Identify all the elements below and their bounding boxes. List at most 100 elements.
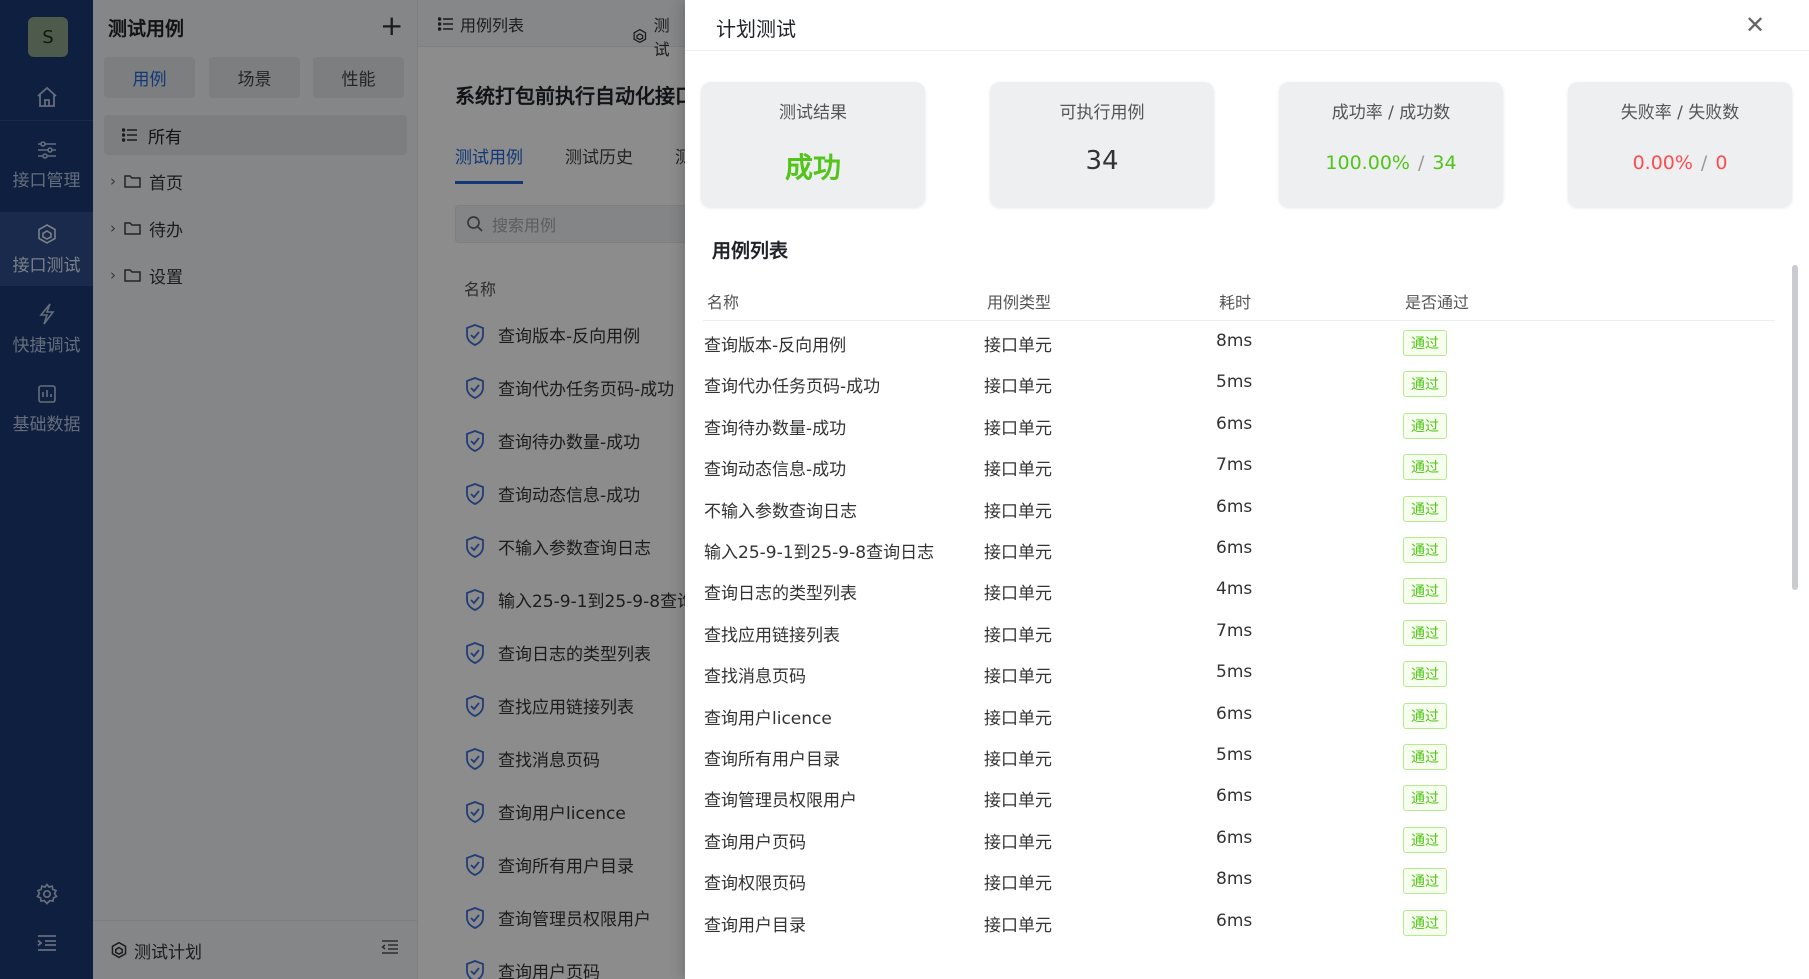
- column-header: 名称: [707, 293, 740, 312]
- cell-name: 查询所有用户目录: [704, 750, 840, 770]
- card-title: 失败率 / 失败数: [1620, 103, 1740, 123]
- cell-name: 查询动态信息-成功: [704, 460, 847, 481]
- cell-type: 接口单元: [984, 336, 1052, 356]
- status-badge: 通过: [1403, 744, 1447, 770]
- cell-name: 查询用户目录: [704, 915, 806, 936]
- cell-type: 接口单元: [984, 584, 1052, 605]
- status-badge: 通过: [1403, 578, 1447, 605]
- failure-rate: 0.00%: [1632, 152, 1693, 174]
- cell-type: 接口单元: [984, 501, 1052, 522]
- card-title: 成功率 / 成功数: [1331, 103, 1451, 123]
- cell-time: 6ms: [1216, 413, 1253, 434]
- result-value: 成功: [784, 151, 841, 184]
- status-badge: 通过: [1403, 868, 1447, 895]
- result-table-body[interactable]: 查询版本-反向用例 接口单元 8ms 通过 查询代办任务页码-成功 接口单元 5ms 通过 查询…: [703, 322, 1775, 960]
- card-title: 可执行用例: [1059, 103, 1145, 123]
- table-row[interactable]: 查询日志的类型列表 接口单元 4ms 通过: [703, 570, 1775, 612]
- table-row[interactable]: 查询用户licence 接口单元 6ms 通过: [703, 695, 1775, 737]
- cell-type: 接口单元: [984, 874, 1052, 895]
- cell-name: 查询用户licence: [704, 708, 832, 729]
- cell-time: 6ms: [1216, 910, 1253, 931]
- cell-name: 查询用户页码: [704, 832, 806, 853]
- cell-type: 接口单元: [984, 750, 1052, 770]
- stat-card-failure: 失败率 / 失败数 0.00% / 0: [1568, 82, 1792, 207]
- status-badge: 通过: [1403, 495, 1447, 522]
- stat-card-success: 成功率 / 成功数 100.00% / 34: [1279, 82, 1503, 207]
- success-rate: 100.00%: [1325, 152, 1410, 174]
- table-row[interactable]: 查询待办数量-成功 接口单元 6ms 通过: [703, 405, 1775, 447]
- scrollbar[interactable]: [1792, 265, 1798, 590]
- status-badge: 通过: [1403, 619, 1447, 646]
- table-row[interactable]: 查询用户目录 接口单元 6ms 通过: [703, 902, 1775, 944]
- cell-name: 查询日志的类型列表: [704, 584, 857, 605]
- cell-name: 查询管理员权限用户: [704, 791, 857, 812]
- plan-test-drawer: 计划测试 ✕ 测试结果 成功 可执行用例 34 成功率 / 成功数 100.00…: [685, 0, 1809, 979]
- cell-time: 7ms: [1216, 620, 1253, 641]
- failure-count: 0: [1715, 152, 1728, 174]
- table-row[interactable]: 查找消息页码 接口单元 5ms 通过: [703, 653, 1775, 695]
- success-values: 100.00% / 34: [1279, 152, 1503, 174]
- cell-name: 查找消息页码: [704, 667, 806, 688]
- cell-name: 查询代办任务页码-成功: [704, 377, 881, 398]
- status-badge: 通过: [1403, 826, 1447, 853]
- table-row[interactable]: 查询权限页码 接口单元 8ms 通过: [703, 860, 1775, 902]
- stat-card-result: 测试结果 成功: [701, 82, 925, 207]
- column-header: 是否通过: [1405, 293, 1470, 312]
- cell-type: 接口单元: [984, 543, 1052, 563]
- success-count: 34: [1432, 152, 1457, 174]
- drawer-title: 计划测试: [716, 17, 796, 41]
- column-header: 用例类型: [987, 293, 1052, 312]
- cell-name: 查询权限页码: [704, 874, 806, 895]
- table-row[interactable]: 查询代办任务页码-成功 接口单元 5ms 通过: [703, 363, 1775, 405]
- cell-time: 5ms: [1216, 372, 1253, 393]
- cell-time: 5ms: [1216, 662, 1253, 683]
- cell-name: 查询待办数量-成功: [704, 418, 847, 439]
- cell-time: 6ms: [1216, 703, 1253, 724]
- table-row[interactable]: 查询版本-反向用例 接口单元 8ms 通过: [703, 322, 1775, 364]
- overlay-mask[interactable]: [0, 0, 685, 979]
- status-badge: 通过: [1403, 537, 1447, 563]
- cell-time: 6ms: [1216, 538, 1253, 558]
- table-header: 名称 用例类型 耗时 是否通过: [703, 280, 1775, 321]
- status-badge: 通过: [1403, 454, 1447, 481]
- column-header: 耗时: [1219, 293, 1252, 312]
- cell-type: 接口单元: [984, 708, 1052, 729]
- table-row[interactable]: 查询动态信息-成功 接口单元 7ms 通过: [703, 446, 1775, 488]
- cell-name: 输入25-9-1到25-9-8查询日志: [704, 543, 935, 563]
- cell-type: 接口单元: [984, 625, 1052, 646]
- close-button[interactable]: ✕: [1745, 11, 1766, 39]
- status-badge: 通过: [1403, 785, 1447, 812]
- cell-time: 6ms: [1216, 786, 1253, 807]
- card-title: 测试结果: [779, 103, 847, 123]
- cell-name: 查找应用链接列表: [704, 625, 840, 646]
- executable-count: 34: [1085, 146, 1119, 176]
- status-badge: 通过: [1403, 371, 1447, 398]
- separator: /: [1700, 152, 1708, 174]
- separator: /: [1417, 152, 1425, 174]
- table-row[interactable]: 查询管理员权限用户 接口单元 6ms 通过: [703, 777, 1775, 819]
- cell-time: 5ms: [1216, 745, 1253, 765]
- table-row[interactable]: 查询所有用户目录 接口单元 5ms 通过: [703, 736, 1775, 778]
- cell-type: 接口单元: [984, 832, 1052, 853]
- cell-type: 接口单元: [984, 377, 1052, 398]
- close-icon: ✕: [1745, 11, 1766, 39]
- table-row[interactable]: 查找应用链接列表 接口单元 7ms 通过: [703, 612, 1775, 654]
- cell-name: 查询版本-反向用例: [704, 336, 847, 356]
- stat-card-executable: 可执行用例 34: [990, 82, 1214, 207]
- table-row[interactable]: 不输入参数查询日志 接口单元 6ms 通过: [703, 488, 1775, 530]
- table-row[interactable]: 输入25-9-1到25-9-8查询日志 接口单元 6ms 通过: [703, 529, 1775, 571]
- cell-time: 7ms: [1216, 455, 1253, 476]
- cell-time: 6ms: [1216, 827, 1253, 848]
- table-row[interactable]: 查询用户页码 接口单元 6ms 通过: [703, 819, 1775, 861]
- cell-type: 接口单元: [984, 418, 1052, 439]
- status-badge: 通过: [1403, 702, 1447, 729]
- cell-type: 接口单元: [984, 667, 1052, 688]
- status-badge: 通过: [1403, 909, 1447, 936]
- cell-time: 8ms: [1216, 331, 1253, 351]
- status-badge: 通过: [1403, 412, 1447, 439]
- status-badge: 通过: [1403, 330, 1447, 356]
- cell-type: 接口单元: [984, 460, 1052, 481]
- status-badge: 通过: [1403, 661, 1447, 688]
- failure-values: 0.00% / 0: [1568, 152, 1792, 174]
- drawer-divider: [685, 50, 1809, 51]
